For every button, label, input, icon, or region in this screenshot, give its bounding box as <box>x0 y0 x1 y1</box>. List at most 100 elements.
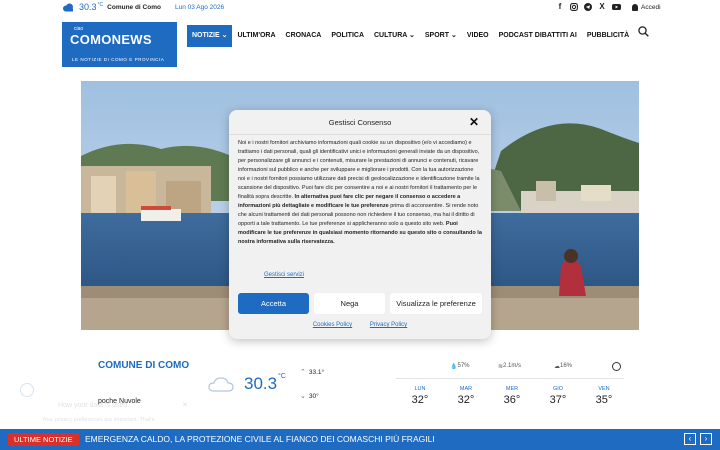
forecast-day: GIO 37° <box>543 386 573 406</box>
top-weather: 30.3 °C Comune di Como Lun 03 Ago 2026 <box>62 2 224 12</box>
manage-services-link[interactable]: Gestisci servizi <box>264 272 304 278</box>
nav-item-cronaca[interactable]: CRONACA <box>281 25 327 47</box>
consent-text: Noi e i nostri fornitori archiviamo info… <box>238 140 480 200</box>
forecast-day-temp: 37° <box>549 394 567 406</box>
nav-item-ultimora[interactable]: ULTIM'ORA <box>232 25 280 47</box>
forecast-day-temp: 35° <box>595 394 613 406</box>
close-icon[interactable]: ✕ <box>469 115 479 129</box>
forecast-day: VEN 35° <box>589 386 619 406</box>
clouds-stat: ☁ 16% <box>554 363 573 370</box>
forecast-day-label: VEN <box>598 386 610 392</box>
consent-modal: Gestisci Consenso ✕ Noi e i nostri forni… <box>229 110 491 339</box>
forecast-day-temp: 36° <box>503 394 521 406</box>
forecast-day: MAR 32° <box>451 386 481 406</box>
social-links: f X <box>556 3 621 11</box>
youtube-icon[interactable] <box>612 3 621 11</box>
privacy-policy-link[interactable]: Privacy Policy <box>370 322 407 328</box>
faded-privacy-title: How your data is used <box>58 402 128 409</box>
telegram-icon[interactable] <box>584 3 592 11</box>
accept-button[interactable]: Accetta <box>238 293 309 314</box>
nav-label: SPORT <box>424 32 450 39</box>
nav-label: PODCAST DIBATTITI AI <box>498 32 577 39</box>
user-icon <box>632 4 638 11</box>
ticker-next-button[interactable]: › <box>700 433 712 445</box>
site-logo[interactable]: ciao COMONEWS LE NOTIZIE DI COMO E PROVI… <box>62 22 177 67</box>
top-weather-unit: °C <box>97 1 104 8</box>
top-date: Lun 03 Ago 2026 <box>174 3 225 11</box>
weather-low-value: 30° <box>308 392 319 400</box>
ticker-tag: ULTIME NOTIZIE <box>8 433 79 446</box>
view-preferences-button[interactable]: Visualizza le preferenze <box>390 293 482 314</box>
forecast-day-label: MER <box>505 386 519 392</box>
close-icon[interactable]: ✕ <box>182 401 188 409</box>
forecast-day-temp: 32° <box>457 394 475 406</box>
faded-privacy-body: Your privacy preferences are important. … <box>42 417 155 423</box>
humidity-value: 57% <box>457 363 470 369</box>
forecast-day: MER 36° <box>497 386 527 406</box>
weather-widget-title: COMUNE DI COMO <box>98 360 190 371</box>
weather-high-value: 33.1° <box>308 368 325 376</box>
nav-label: CULTURA <box>374 32 408 39</box>
wind-value: 2.1m/s <box>503 363 522 369</box>
news-ticker: ULTIME NOTIZIE EMERGENZA CALDO, LA PROTE… <box>0 429 720 450</box>
forecast-day-temp: 32° <box>411 394 429 406</box>
nav-item-pubblicita[interactable]: PUBBLICITÀ <box>582 25 634 47</box>
weather-forecast: LUN 32° MAR 32° MER 36° GIO 37° VEN 35° <box>396 386 626 411</box>
top-weather-city: Comune di Como <box>107 3 161 11</box>
arrow-down-icon: ⌄ <box>300 393 306 400</box>
nav-item-sport[interactable]: SPORT ⌄ <box>420 25 462 47</box>
login-label: Accedi <box>641 4 661 11</box>
arrow-up-icon: ⌃ <box>300 369 306 376</box>
nav-label: POLITICA <box>331 32 364 39</box>
search-icon[interactable] <box>638 26 649 37</box>
consent-title: Gestisci Consenso <box>328 118 392 127</box>
consent-divider <box>229 134 491 135</box>
nav-item-video[interactable]: VIDEO <box>462 25 494 47</box>
cookie-policy-link[interactable]: Cookies Policy <box>313 322 352 328</box>
weather-divider <box>396 378 624 379</box>
forecast-day-label: LUN <box>414 386 426 392</box>
forecast-day: LUN 32° <box>405 386 435 406</box>
nav-item-cultura[interactable]: CULTURA ⌄ <box>369 25 420 47</box>
logo-name: COMONEWS <box>70 32 152 47</box>
nav-item-politica[interactable]: POLITICA <box>326 25 369 47</box>
top-weather-temp: 30.3 <box>79 2 97 12</box>
chevron-down-icon: ⌄ <box>221 32 228 39</box>
humidity-stat: 💧 57% <box>450 363 470 370</box>
cloud-icon <box>208 377 234 392</box>
weather-low: ⌄ 30° <box>300 392 319 401</box>
main-nav: NOTIZIE ⌄ ULTIM'ORA CRONACA POLITICA CUL… <box>187 25 634 47</box>
nav-item-podcast[interactable]: PODCAST DIBATTITI AI <box>494 25 582 47</box>
nav-item-notizie[interactable]: NOTIZIE ⌄ <box>187 25 233 47</box>
deny-button[interactable]: Nega <box>314 293 385 314</box>
consent-body: Noi e i nostri fornitori archiviamo info… <box>238 139 482 247</box>
cloud-icon <box>63 3 73 11</box>
chevron-down-icon: ⌄ <box>409 32 415 39</box>
site-header: ciao COMONEWS LE NOTIZIE DI COMO E PROVI… <box>0 18 720 74</box>
ticker-prev-button[interactable]: ‹ <box>684 433 696 445</box>
nav-label: NOTIZIE <box>192 32 220 39</box>
consent-footer: Cookies Policy Privacy Policy <box>229 322 491 328</box>
logo-tagline: LE NOTIZIE DI COMO E PROVINCIA <box>72 57 165 62</box>
nav-label: CRONACA <box>285 32 322 39</box>
top-bar: 30.3 °C Comune di Como Lun 03 Ago 2026 f… <box>0 0 720 17</box>
chevron-down-icon: ⌄ <box>450 32 457 39</box>
ticker-headline[interactable]: EMERGENZA CALDO, LA PROTEZIONE CIVILE AL… <box>85 434 435 444</box>
clouds-value: 16% <box>560 363 573 369</box>
shield-icon[interactable] <box>20 383 34 397</box>
forecast-day-label: GIO <box>552 386 564 392</box>
facebook-icon[interactable]: f <box>556 3 564 11</box>
forecast-day-label: MAR <box>459 386 473 392</box>
weather-temp: 30.3 <box>244 374 278 393</box>
x-icon[interactable]: X <box>598 3 606 11</box>
instagram-icon[interactable] <box>570 3 578 11</box>
weather-high: ⌃ 33.1° <box>300 368 325 377</box>
nav-label: VIDEO <box>466 32 489 39</box>
wind-stat: ≋ 2.1m/s <box>498 363 522 370</box>
nav-label: PUBBLICITÀ <box>586 32 630 39</box>
locate-icon[interactable] <box>612 362 621 371</box>
login-link[interactable]: Accedi <box>632 4 661 11</box>
faded-privacy-notice: How your data is used ✕ Your privacy pre… <box>20 383 200 423</box>
nav-label: ULTIM'ORA <box>237 32 276 39</box>
weather-unit: °C <box>278 373 286 380</box>
